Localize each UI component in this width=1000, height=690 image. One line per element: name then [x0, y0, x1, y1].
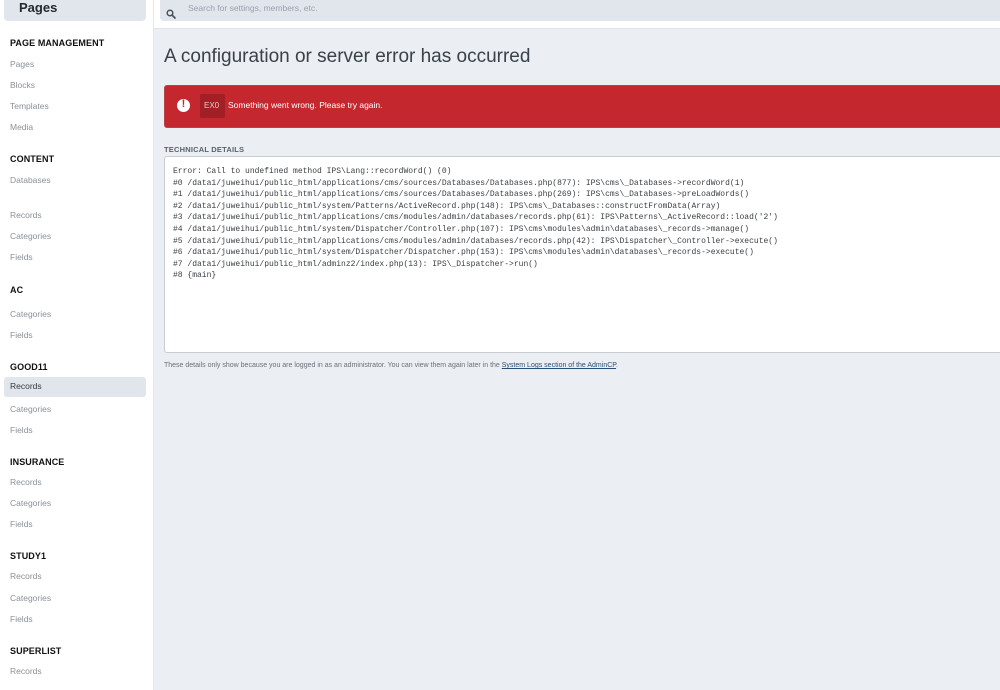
technical-details-label: TECHNICAL DETAILS: [164, 145, 245, 154]
sidebar-item-categories[interactable]: Categories: [4, 494, 146, 514]
sidebar-item-media[interactable]: Media: [4, 118, 146, 138]
trace-line: #3 /data1/juweihui/public_html/applicati…: [173, 213, 778, 223]
sidebar-item-records[interactable]: Records: [4, 473, 146, 493]
sidebar-section-heading: AC: [10, 285, 24, 295]
sidebar-item-records[interactable]: Records: [4, 206, 146, 226]
sidebar-item-databases[interactable]: Databases: [4, 171, 146, 191]
sidebar-title: Pages: [4, 0, 146, 21]
sidebar-item-pages[interactable]: Pages: [4, 55, 146, 75]
trace-line: #1 /data1/juweihui/public_html/applicati…: [173, 190, 750, 200]
footnote-end: .: [616, 362, 618, 369]
sidebar-item-categories[interactable]: Categories: [4, 305, 146, 325]
top-bar: Search for settings, members, etc.: [154, 0, 1000, 29]
sidebar-section-heading: STUDY1: [10, 551, 47, 561]
page-title: A configuration or server error has occu…: [164, 46, 531, 67]
sidebar-section-heading: INSURANCE: [10, 457, 65, 467]
sidebar-item-records[interactable]: Records: [4, 377, 146, 397]
sidebar-item-categories[interactable]: Categories: [4, 589, 146, 609]
trace-line: #4 /data1/juweihui/public_html/system/Di…: [173, 224, 750, 234]
technical-details-box: Error: Call to undefined method IPS\Lang…: [164, 156, 1000, 353]
sidebar-item-records[interactable]: Records: [4, 567, 146, 587]
sidebar-section-heading: CONTENT: [10, 154, 55, 164]
system-logs-link[interactable]: System Logs section of the AdminCP: [502, 362, 616, 369]
trace-line: #8 {main}: [173, 271, 217, 281]
sidebar-item-categories[interactable]: Categories: [4, 227, 146, 247]
sidebar-section-heading: PAGE MANAGEMENT: [10, 38, 105, 48]
trace-line: #5 /data1/juweihui/public_html/applicati…: [173, 236, 778, 246]
sidebar-item-categories[interactable]: Categories: [4, 400, 146, 420]
trace-line: #6 /data1/juweihui/public_html/system/Di…: [173, 248, 754, 258]
trace-line: #0 /data1/juweihui/public_html/applicati…: [173, 178, 745, 188]
search-icon: [166, 9, 176, 19]
trace-line: #2 /data1/juweihui/public_html/system/Pa…: [173, 201, 721, 211]
sidebar-section-heading: GOOD11: [10, 362, 48, 372]
search-input[interactable]: Search for settings, members, etc.: [160, 0, 1000, 21]
sidebar-item-templates[interactable]: Templates: [4, 97, 146, 117]
sidebar: Pages PAGE MANAGEMENT Pages Blocks Template…: [0, 0, 154, 690]
sidebar-item-fields[interactable]: Fields: [4, 421, 146, 441]
error-banner: ! EX0 Something went wrong. Please try a…: [164, 85, 1000, 128]
sidebar-item-records[interactable]: Records: [4, 662, 146, 682]
sidebar-item-fields[interactable]: Fields: [4, 248, 146, 268]
sidebar-section-heading: SUPERLIST: [10, 646, 62, 656]
exclamation-circle-icon: !: [177, 98, 190, 112]
error-code: EX0: [200, 94, 225, 118]
sidebar-item-categories[interactable]: Categories: [4, 684, 146, 690]
trace-line: Error: Call to undefined method IPS\Lang…: [173, 167, 452, 176]
sidebar-item-fields[interactable]: Fields: [4, 515, 146, 535]
sidebar-item-fields[interactable]: Fields: [4, 610, 146, 630]
admin-footnote: These details only show because you are …: [164, 362, 618, 369]
sidebar-item-fields[interactable]: Fields: [4, 326, 146, 346]
sidebar-item-blocks[interactable]: Blocks: [4, 76, 146, 96]
trace-line: #7 /data1/juweihui/public_html/adminz2/i…: [173, 259, 538, 269]
footnote-text: These details only show because you are …: [164, 362, 502, 369]
error-message: Something went wrong. Please try again.: [228, 100, 383, 110]
